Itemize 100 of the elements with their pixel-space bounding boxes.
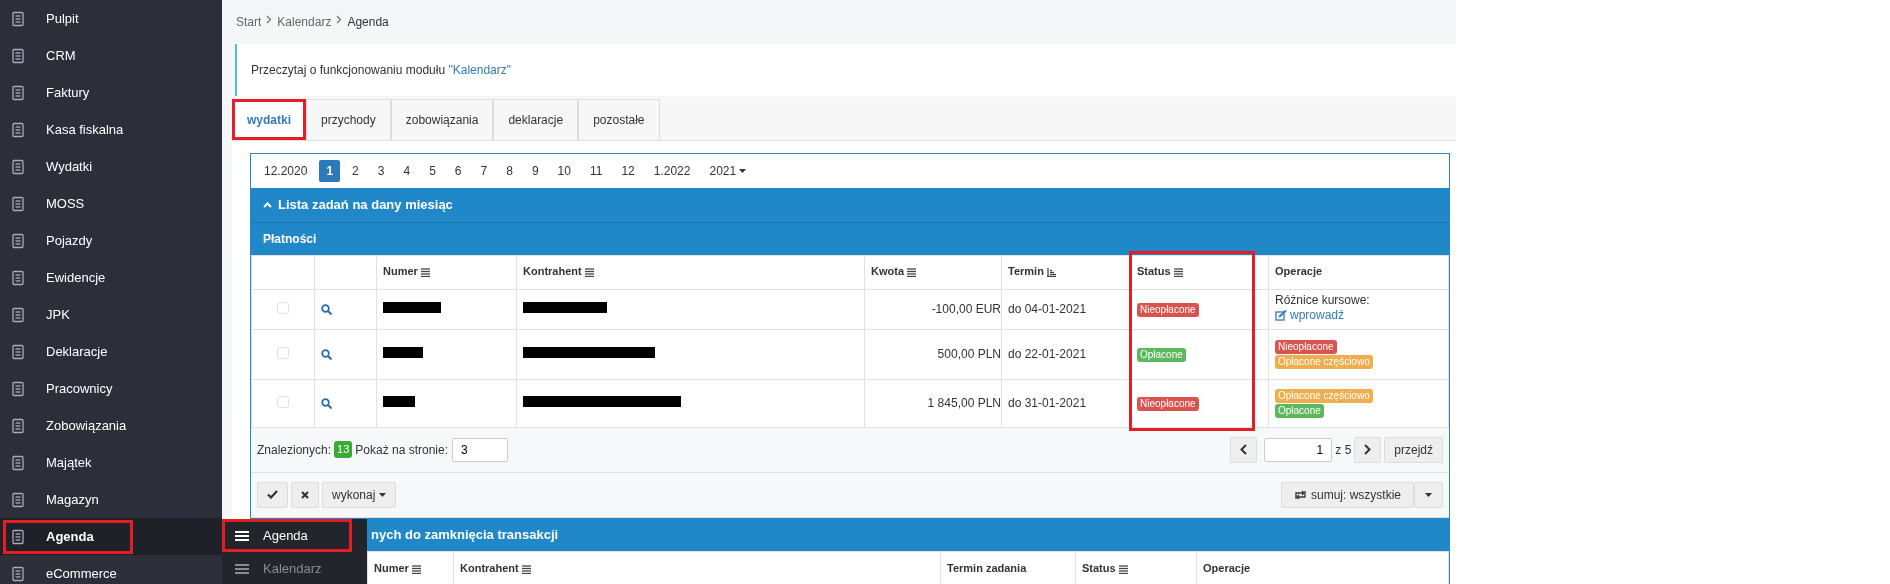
row-checkbox[interactable] (277, 301, 289, 314)
month-link[interactable]: 6 (447, 160, 469, 182)
cancel-button[interactable] (291, 481, 319, 508)
menu-icon (235, 562, 249, 575)
month-link[interactable]: 11 (582, 160, 610, 182)
chevron-up-icon (263, 201, 272, 208)
chevron-icon (266, 13, 273, 25)
info-text: Przeczytaj o funkcjonowaniu modułu "Kalendarz" (251, 63, 511, 77)
status-badge: Opłacone częściowo (1275, 389, 1373, 403)
previous-page-button[interactable] (1230, 436, 1258, 463)
enter-link[interactable]: wprowadź (1275, 308, 1345, 323)
month-link[interactable]: 1 (319, 160, 341, 182)
sidebar-item[interactable]: Pojazdy (0, 222, 222, 259)
tab[interactable]: przychody (306, 99, 391, 140)
column-header: Numer (367, 551, 454, 584)
status-badge: Opłacone (1137, 347, 1186, 362)
search-icon (321, 304, 332, 316)
count-badge: 13 (334, 441, 353, 458)
sort-icon (584, 268, 594, 277)
document-icon (10, 528, 26, 545)
close-icon (301, 490, 309, 499)
caret-icon (379, 492, 387, 497)
repeat-icon (1293, 489, 1307, 500)
sidebar-item[interactable]: eCommerce (0, 555, 222, 584)
month-link[interactable]: 2 (345, 160, 366, 182)
tab[interactable]: wydatki (232, 99, 306, 140)
highlight-frame: Agenda (3, 519, 133, 554)
document-icon (10, 306, 26, 323)
tab[interactable]: deklaracje (493, 99, 579, 140)
row-checkbox[interactable] (277, 346, 289, 359)
column-header: Status (1130, 255, 1269, 289)
year-dropdown[interactable]: 2021 (702, 160, 754, 182)
month-link[interactable]: 3 (370, 160, 392, 182)
menu-icon (235, 529, 249, 542)
column-header: Status (1075, 551, 1197, 584)
column-header: Operacje (1196, 551, 1449, 584)
row-checkbox[interactable] (277, 395, 289, 408)
month-link[interactable]: 7 (473, 160, 495, 182)
month-link[interactable]: 5 (422, 160, 443, 182)
caret-icon (739, 169, 747, 173)
sidebar-item[interactable]: Agenda (0, 518, 222, 555)
sidebar-item[interactable]: JPK (0, 296, 222, 333)
found-label: Znalezionych: (257, 441, 332, 459)
month-link[interactable]: 12 (614, 160, 642, 182)
sidebar-item[interactable]: Deklaracje (0, 333, 222, 370)
sort-icon (420, 268, 430, 277)
sort-icon (1118, 564, 1128, 574)
month-link[interactable]: 12.2020 (257, 160, 315, 182)
sort-ascending-icon (1046, 268, 1056, 277)
page-count: z 5 (1335, 441, 1352, 459)
month-link[interactable]: 4 (396, 160, 418, 182)
breadcrumb-link[interactable]: Start (236, 13, 262, 31)
submenu-item[interactable]: Kalendarz (222, 552, 352, 584)
operation-label: Różnice kursowe: (1275, 293, 1371, 309)
sidebar-item[interactable]: Zobowiązania (0, 407, 222, 444)
sidebar-item[interactable]: MOSS (0, 185, 222, 222)
tab[interactable]: zobowiązania (390, 99, 494, 140)
sidebar-item[interactable]: Pulpit (0, 0, 222, 37)
document-icon (10, 10, 26, 27)
sort-icon (907, 268, 917, 277)
document-icon (10, 343, 26, 360)
sidebar-item[interactable]: CRM (0, 37, 222, 74)
sidebar-item[interactable]: Faktury (0, 74, 222, 111)
month-link[interactable]: 10 (550, 160, 578, 182)
section-header: Płatności (251, 221, 1449, 255)
sort-icon (411, 564, 421, 574)
month-link[interactable]: 9 (524, 160, 546, 182)
confirm-button[interactable] (257, 481, 288, 508)
document-icon (10, 84, 26, 101)
sort-icon (1173, 268, 1183, 277)
sidebar-item[interactable]: Kasa fiskalna (0, 111, 222, 148)
month-link[interactable]: 8 (499, 160, 520, 182)
caret-icon (1425, 492, 1432, 497)
search-icon (321, 398, 332, 410)
sidebar-item[interactable]: Magazyn (0, 481, 222, 518)
next-page-button[interactable] (1354, 436, 1382, 463)
document-icon (10, 380, 26, 397)
execute-dropdown[interactable]: wykonaj (322, 481, 397, 508)
chevron-icon (336, 13, 343, 25)
document-icon (10, 565, 26, 582)
sum-button[interactable]: sumuj: wszystkie (1280, 481, 1414, 508)
submenu-item[interactable]: Agenda (222, 519, 352, 552)
panel-header[interactable]: Lista zadań na dany miesiąc (251, 188, 1449, 222)
sidebar-item[interactable]: Majątek (0, 444, 222, 481)
column-header: Numer (376, 255, 517, 289)
month-link[interactable]: 1.2022 (646, 160, 698, 182)
per-page-field[interactable]: 3 (452, 437, 508, 462)
document-icon (10, 454, 26, 471)
status-badge: Nieopłacone (1137, 396, 1199, 411)
tab[interactable]: pozostałe (578, 99, 660, 140)
sidebar-item[interactable]: Wydatki (0, 148, 222, 185)
status-badge: Nieopłacone (1275, 340, 1337, 354)
column-header: Termin (1001, 255, 1131, 289)
breadcrumb-link[interactable]: Kalendarz (277, 13, 332, 31)
page-field[interactable]: 1 (1264, 437, 1333, 462)
module-link[interactable]: "Kalendarz" (448, 63, 511, 77)
sidebar-item[interactable]: Pracownicy (0, 370, 222, 407)
column-header: Termin zadania (940, 551, 1076, 584)
sidebar-item[interactable]: Ewidencje (0, 259, 222, 296)
go-button[interactable]: przejdź (1384, 436, 1443, 463)
